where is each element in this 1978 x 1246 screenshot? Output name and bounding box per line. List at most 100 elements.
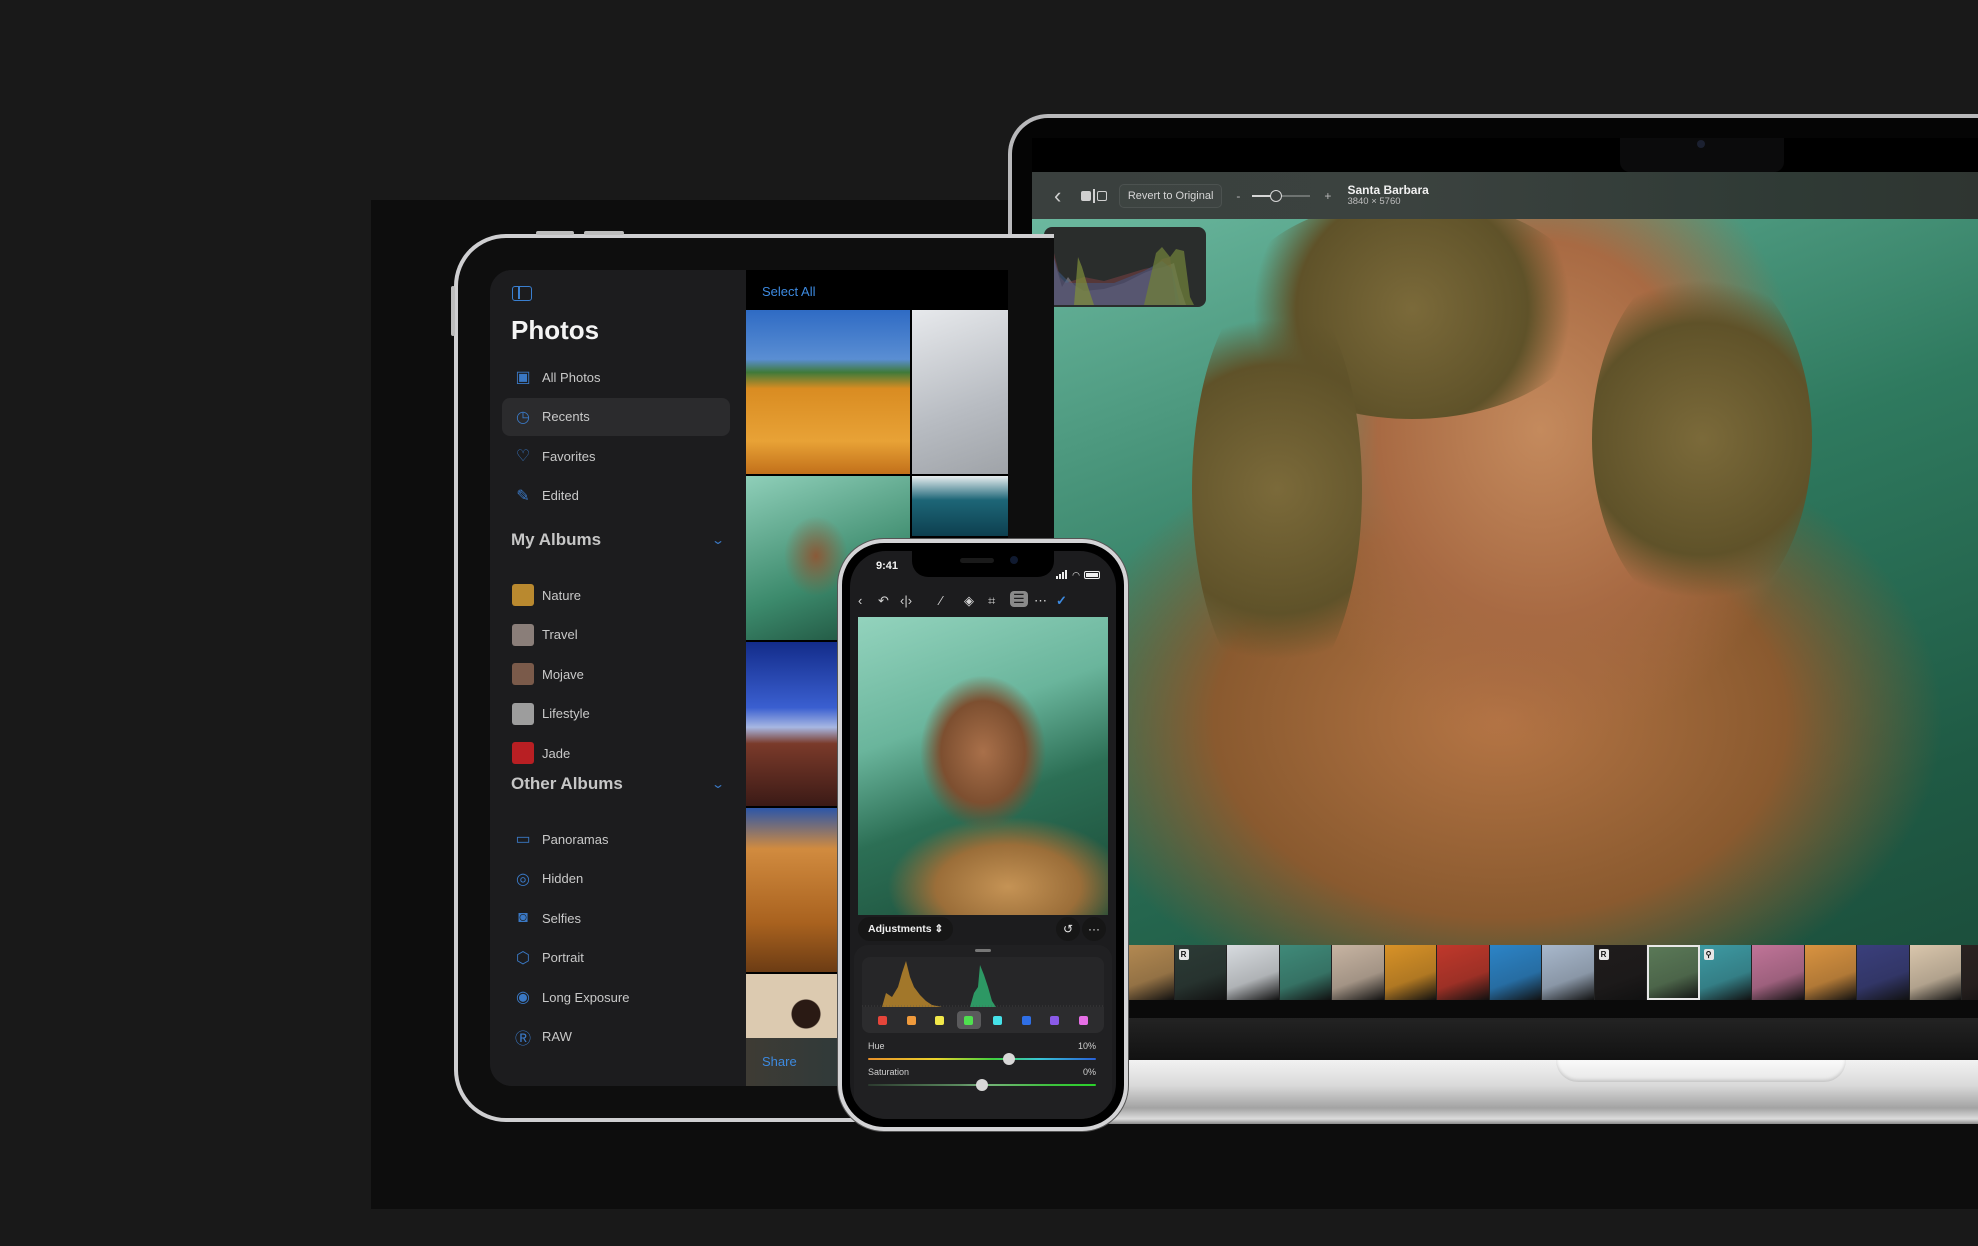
share-button[interactable]: Share bbox=[762, 1054, 797, 1069]
filmstrip-thumbnail[interactable] bbox=[1489, 945, 1542, 1000]
sidebar-item-label: Favorites bbox=[542, 448, 596, 464]
sidebar-item-edited[interactable]: ✎ Edited bbox=[502, 477, 730, 515]
filmstrip-thumbnail[interactable] bbox=[1122, 945, 1175, 1000]
album-item-travel[interactable]: Travel bbox=[502, 616, 730, 654]
album-item-nature[interactable]: Nature bbox=[502, 576, 730, 614]
filmstrip-thumbnail[interactable] bbox=[1227, 945, 1280, 1000]
filmstrip-thumbnail[interactable] bbox=[1857, 945, 1910, 1000]
histogram-overlay bbox=[1044, 227, 1206, 307]
swatch-yellow[interactable] bbox=[928, 1011, 952, 1029]
album-item-portrait[interactable]: ⬡ Portrait bbox=[502, 939, 730, 977]
album-item-long-exposure[interactable]: ◉ Long Exposure bbox=[502, 978, 730, 1016]
other-albums-header[interactable]: Other Albums ⌄ bbox=[511, 774, 731, 794]
back-icon[interactable]: ‹ bbox=[858, 593, 862, 608]
swatch-magenta[interactable] bbox=[1072, 1011, 1096, 1029]
album-item-lifestyle[interactable]: Lifestyle bbox=[502, 695, 730, 733]
swatch-purple[interactable] bbox=[1043, 1011, 1067, 1029]
album-item-jade[interactable]: Jade bbox=[502, 734, 730, 772]
saturation-slider-knob[interactable] bbox=[976, 1079, 988, 1091]
long-exposure-icon: ◉ bbox=[516, 989, 530, 1006]
photo-thumbnail[interactable] bbox=[746, 642, 838, 806]
filmstrip-thumbnail[interactable] bbox=[1384, 945, 1437, 1000]
sidebar-item-label: Edited bbox=[542, 488, 579, 503]
filmstrip-thumbnail[interactable]: R bbox=[1174, 945, 1227, 1000]
swatch-orange[interactable] bbox=[899, 1011, 923, 1029]
sidebar-icon[interactable] bbox=[512, 286, 532, 301]
adjustments-menu-button[interactable]: Adjustments ⇕ bbox=[858, 917, 954, 941]
zoom-out-button[interactable]: - bbox=[1236, 189, 1240, 203]
swatch-color bbox=[1079, 1015, 1089, 1025]
reset-button[interactable]: ↺ bbox=[1056, 917, 1080, 941]
chevron-down-icon[interactable]: ⌄ bbox=[711, 533, 725, 547]
filmstrip-thumbnail[interactable] bbox=[1332, 945, 1385, 1000]
zoom-slider[interactable] bbox=[1252, 189, 1311, 202]
crop-icon[interactable]: ⌗ bbox=[988, 593, 995, 609]
more-icon[interactable]: ⋯ bbox=[1034, 593, 1047, 609]
photo-thumbnail[interactable] bbox=[746, 310, 910, 474]
album-item-panoramas[interactable]: ▭ Panoramas bbox=[502, 820, 730, 858]
front-camera bbox=[1010, 556, 1018, 564]
chevron-down-icon[interactable]: ⌄ bbox=[711, 777, 725, 791]
filmstrip-thumbnail[interactable] bbox=[1437, 945, 1490, 1000]
photo-thumbnail[interactable] bbox=[912, 476, 1008, 536]
iphone-photo[interactable] bbox=[858, 617, 1108, 915]
sidebar-item-recents[interactable]: ◷ Recents bbox=[502, 397, 730, 436]
stage: ‹ Revert to Original - + Santa Barbara 3… bbox=[0, 0, 1978, 1246]
share-bar: Share bbox=[746, 1038, 846, 1086]
zoom-in-button[interactable]: + bbox=[1324, 189, 1331, 203]
swatch-cyan[interactable] bbox=[985, 1011, 1009, 1029]
album-label: Nature bbox=[542, 587, 582, 603]
magic-wand-icon[interactable]: ⁄ bbox=[940, 593, 942, 608]
sidebar-item-favorites[interactable]: ♡ Favorites bbox=[502, 437, 730, 475]
photo-thumbnail[interactable] bbox=[912, 310, 1008, 474]
macbook-trackpad-notch bbox=[1556, 1060, 1846, 1082]
hue-slider-knob[interactable] bbox=[1003, 1053, 1016, 1065]
swatch-blue[interactable] bbox=[1014, 1011, 1038, 1029]
compare-button[interactable] bbox=[1081, 188, 1107, 203]
my-albums-header[interactable]: My Albums ⌄ bbox=[511, 530, 731, 550]
filmstrip-thumbnail[interactable] bbox=[1962, 945, 1978, 1000]
bandage-icon[interactable]: ◈ bbox=[964, 593, 974, 609]
color-histogram-chart bbox=[862, 961, 1104, 1007]
hue-slider[interactable] bbox=[868, 1058, 1096, 1060]
filmstrip-thumbnail[interactable]: ⚲ bbox=[1699, 945, 1752, 1000]
swatch-red[interactable] bbox=[870, 1011, 894, 1029]
filmstrip-thumbnail[interactable] bbox=[1279, 945, 1332, 1000]
revert-to-original-button[interactable]: Revert to Original bbox=[1118, 183, 1223, 208]
swatch-green[interactable] bbox=[956, 1011, 981, 1029]
sidebar-item-all-photos[interactable]: ▣ All Photos bbox=[502, 358, 730, 396]
album-label: Long Exposure bbox=[542, 989, 630, 1005]
album-item-selfies[interactable]: ◙ Selfies bbox=[502, 899, 730, 937]
ipad-volume-button bbox=[536, 231, 574, 235]
filmstrip: R R ⚲ bbox=[1122, 945, 1978, 1000]
main-photo-canvas[interactable] bbox=[1032, 219, 1978, 945]
back-button[interactable]: ‹ bbox=[1054, 183, 1061, 209]
select-all-button[interactable]: Select All bbox=[762, 284, 815, 299]
undo-icon[interactable]: ↶ bbox=[878, 593, 889, 609]
done-icon[interactable]: ✓ bbox=[1056, 593, 1067, 609]
album-thumbnail bbox=[512, 584, 534, 606]
album-item-raw[interactable]: Ⓡ RAW bbox=[502, 1018, 730, 1056]
filmstrip-thumbnail[interactable] bbox=[1542, 945, 1595, 1000]
photo-thumbnail[interactable] bbox=[746, 808, 838, 972]
sheet-grabber[interactable] bbox=[975, 949, 991, 952]
saturation-value: 0% bbox=[1082, 1067, 1096, 1077]
macbook-hinge bbox=[1032, 1018, 1978, 1060]
album-item-hidden[interactable]: ◎ Hidden bbox=[502, 860, 730, 898]
compare-icon[interactable]: ‹|› bbox=[900, 593, 912, 608]
filmstrip-thumbnail[interactable]: R bbox=[1594, 945, 1647, 1000]
filmstrip-thumbnail[interactable] bbox=[1752, 945, 1805, 1000]
battery-icon bbox=[1084, 571, 1100, 579]
sidebar-title: Photos bbox=[511, 315, 600, 345]
link-icon: ⚲ bbox=[1703, 949, 1714, 960]
adjustments-label: Adjustments bbox=[868, 923, 932, 935]
more-options-button[interactable]: ··· bbox=[1082, 917, 1106, 941]
saturation-label: Saturation bbox=[868, 1067, 910, 1077]
filmstrip-thumbnail[interactable] bbox=[1804, 945, 1857, 1000]
album-item-mojave[interactable]: Mojave bbox=[502, 655, 730, 693]
adjustments-icon[interactable]: ☰ bbox=[1010, 591, 1028, 607]
filmstrip-thumbnail[interactable] bbox=[1647, 945, 1700, 1000]
zoom-slider-knob[interactable] bbox=[1269, 189, 1282, 202]
filmstrip-thumbnail[interactable] bbox=[1909, 945, 1962, 1000]
raw-badge: R bbox=[1598, 949, 1609, 960]
